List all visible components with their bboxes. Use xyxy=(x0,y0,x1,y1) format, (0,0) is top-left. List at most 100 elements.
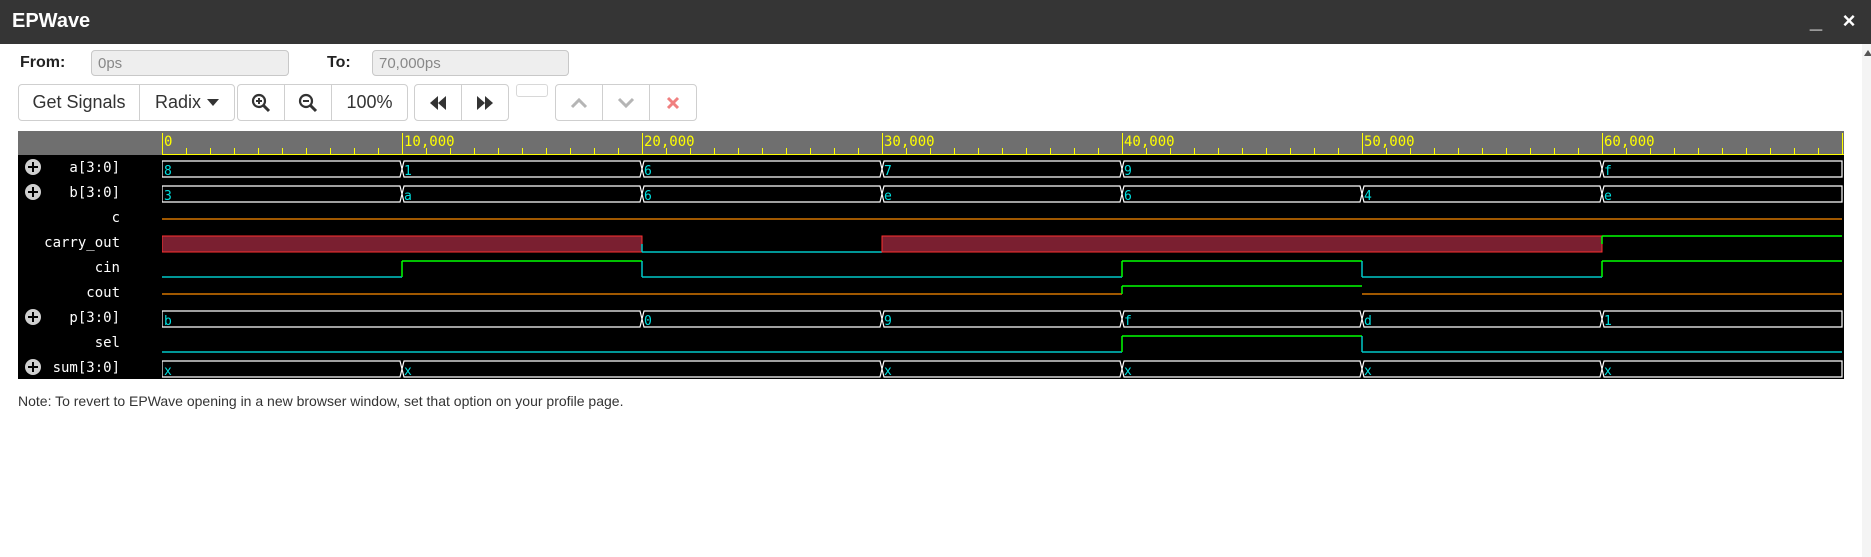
ruler-corner xyxy=(18,131,162,155)
bus-value: 1 xyxy=(404,164,412,179)
vertical-scrollbar[interactable] xyxy=(1862,44,1871,557)
bus-segment-top xyxy=(1121,360,1363,370)
bus-segment-top xyxy=(162,310,643,320)
ruler-label: 10,000 xyxy=(404,134,455,150)
bus-value: d xyxy=(1364,314,1372,329)
bus-value: 9 xyxy=(884,314,892,329)
bus-segment-top xyxy=(1601,360,1843,370)
bus-value: 1 xyxy=(1604,314,1612,329)
signals-button-group: Get Signals Radix xyxy=(18,84,235,121)
bus-segment-top xyxy=(881,360,1123,370)
bus-segment-top xyxy=(1361,310,1603,320)
signal-name[interactable]: carry_out xyxy=(18,234,120,252)
ruler-label: 20,000 xyxy=(644,134,695,150)
bus-value: f xyxy=(1124,314,1132,329)
bus-segment-bottom xyxy=(1601,193,1843,203)
bus-segment-bottom xyxy=(1361,318,1603,328)
signal-name[interactable]: sum[3:0] xyxy=(18,359,120,377)
bus-segment-top xyxy=(881,185,1123,195)
zoom-in-icon xyxy=(251,93,271,112)
bus-segment-bottom xyxy=(401,168,643,178)
bus-segment-top xyxy=(401,360,883,370)
bus-segment-bottom xyxy=(1121,318,1363,328)
bus-value: 7 xyxy=(884,164,892,179)
zoom-in-button[interactable] xyxy=(237,84,285,121)
signal-name[interactable]: cin xyxy=(18,259,120,277)
bus-value: x xyxy=(1604,364,1612,379)
navigation-button-group xyxy=(414,84,509,121)
close-window-icon[interactable]: × xyxy=(1836,8,1862,34)
rewind-icon xyxy=(430,95,446,110)
caret-down-icon xyxy=(207,99,220,106)
signal-name[interactable]: a[3:0] xyxy=(18,159,120,177)
bus-value: 6 xyxy=(1124,189,1132,204)
bus-value: e xyxy=(1604,189,1612,204)
bus-value: x xyxy=(884,364,892,379)
close-icon xyxy=(666,96,680,109)
bus-segment-bottom xyxy=(1601,168,1843,178)
bus-segment-bottom xyxy=(881,318,1123,328)
fast-forward-button[interactable] xyxy=(461,84,509,121)
bus-value: a xyxy=(404,189,412,204)
unknown-region xyxy=(881,235,1603,253)
bus-segment-top xyxy=(162,360,403,370)
bus-segment-bottom xyxy=(1601,368,1843,378)
ruler-label: 30,000 xyxy=(884,134,935,150)
previous-button[interactable] xyxy=(555,84,603,121)
bus-segment-bottom xyxy=(1121,368,1363,378)
zoom-level-button[interactable]: 100% xyxy=(331,84,408,121)
bus-segment-bottom xyxy=(641,193,883,203)
zoom-button-group: 100% xyxy=(237,84,408,121)
bus-segment-bottom xyxy=(881,193,1123,203)
bus-segment-top xyxy=(401,185,643,195)
bus-value: 6 xyxy=(644,164,652,179)
signal-name[interactable]: cout xyxy=(18,284,120,302)
bus-value: x xyxy=(404,364,412,379)
bus-segment-bottom xyxy=(1601,318,1843,328)
zoom-out-icon xyxy=(298,93,318,112)
from-field[interactable] xyxy=(91,50,289,76)
note-text: Note: To revert to EPWave opening in a n… xyxy=(18,393,624,409)
bus-value: 0 xyxy=(644,314,652,329)
fast-forward-icon xyxy=(477,95,493,110)
to-field[interactable] xyxy=(372,50,569,76)
bus-value: x xyxy=(164,364,172,379)
bus-segment-bottom xyxy=(401,368,883,378)
scroll-up-arrow-icon[interactable] xyxy=(1864,50,1871,56)
signal-name[interactable]: p[3:0] xyxy=(18,309,120,327)
bus-segment-bottom xyxy=(162,318,643,328)
bus-segment-bottom xyxy=(162,168,403,178)
minimize-icon[interactable]: _ xyxy=(1803,8,1829,34)
bus-value: 4 xyxy=(1364,189,1372,204)
bus-segment-bottom xyxy=(401,193,643,203)
bus-value: 9 xyxy=(1124,164,1132,179)
window-title: EPWave xyxy=(12,10,91,32)
bus-value: f xyxy=(1604,164,1612,179)
next-button[interactable] xyxy=(602,84,650,121)
radix-button[interactable]: Radix xyxy=(139,84,235,121)
bus-value: x xyxy=(1124,364,1132,379)
rewind-button[interactable] xyxy=(414,84,462,121)
bus-segment-top xyxy=(1361,360,1603,370)
signal-name[interactable]: c xyxy=(18,209,120,227)
marker-box[interactable] xyxy=(516,84,548,97)
waveform-viewer[interactable]: a[3:0] b[3:0] c carry_outcin cout p[3:0] sel su… xyxy=(18,131,1844,379)
bus-segment-bottom xyxy=(1121,168,1603,178)
clear-button[interactable] xyxy=(649,84,697,121)
zoom-out-button[interactable] xyxy=(284,84,332,121)
signal-name[interactable]: b[3:0] xyxy=(18,184,120,202)
bus-segment-top xyxy=(162,160,403,170)
bus-segment-top xyxy=(1601,185,1843,195)
waveform-plot[interactable]: 0 10,000 20,000 30,000 40,000 50,000 60,000 8 1 6… xyxy=(162,131,1844,379)
signal-name[interactable]: sel xyxy=(18,334,120,352)
bus-segment-bottom xyxy=(641,318,883,328)
bus-segment-top xyxy=(1121,185,1363,195)
get-signals-button[interactable]: Get Signals xyxy=(18,84,140,121)
cursor-button-group xyxy=(555,84,697,121)
bus-segment-bottom xyxy=(881,368,1123,378)
bus-segment-top xyxy=(641,185,883,195)
bus-segment-bottom xyxy=(162,368,403,378)
bus-segment-top xyxy=(641,160,883,170)
bus-segment-top xyxy=(1601,160,1843,170)
chevron-up-icon xyxy=(570,97,588,108)
